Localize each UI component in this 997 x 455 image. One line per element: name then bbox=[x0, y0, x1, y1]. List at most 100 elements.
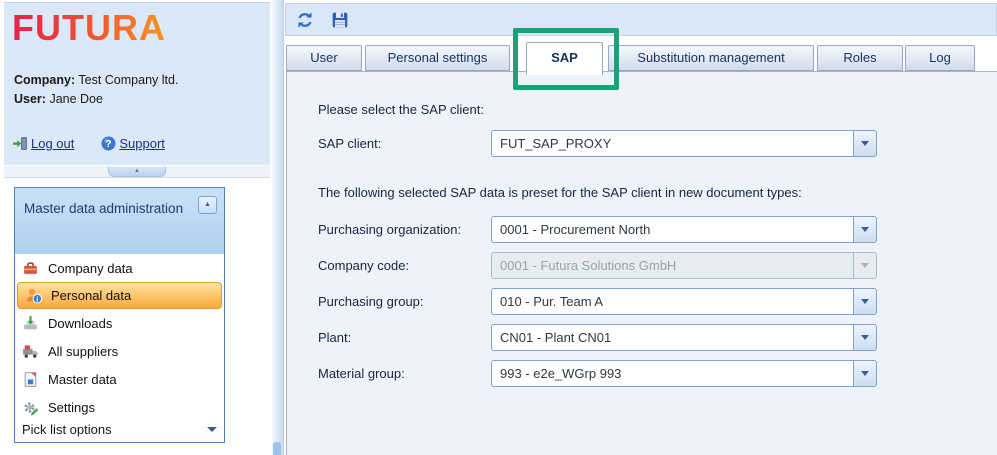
tab-strip: UserPersonal settingsSAPSubstitution man… bbox=[286, 45, 997, 71]
support-label: Support bbox=[119, 136, 165, 151]
dropdown-value[interactable]: 993 - e2e_WGrp 993 bbox=[491, 360, 853, 387]
truck-icon bbox=[22, 343, 39, 360]
quick-links: Log out ? Support bbox=[12, 135, 165, 152]
company-value: Test Company ltd. bbox=[78, 73, 178, 87]
form-row-purchasing-organization: Purchasing organization:0001 - Procureme… bbox=[318, 216, 877, 243]
sidebar-item-label: Settings bbox=[48, 400, 95, 415]
company-code-dropdown: 0001 - Futura Solutions GmbH bbox=[491, 252, 877, 279]
person-icon: i bbox=[25, 287, 42, 304]
chevron-down-icon bbox=[861, 227, 869, 232]
vertical-splitter-handle[interactable] bbox=[273, 442, 281, 455]
main-area: UserPersonal settings SAPSubstitution man… bbox=[284, 0, 997, 455]
download-icon bbox=[22, 315, 39, 332]
sidebar-item-company-data[interactable]: Company data bbox=[15, 254, 224, 282]
gear-icon bbox=[22, 399, 39, 416]
chevron-down-icon bbox=[861, 263, 869, 268]
tab-log[interactable]: Log bbox=[905, 45, 975, 71]
save-button[interactable] bbox=[329, 9, 351, 31]
svg-text:?: ? bbox=[106, 139, 112, 150]
field-label: Plant: bbox=[318, 330, 491, 345]
chevron-down-icon bbox=[861, 299, 869, 304]
sidebar-item-personal-data[interactable]: i Personal data bbox=[17, 282, 222, 309]
refresh-button[interactable] bbox=[294, 9, 316, 31]
form-row-plant: Plant:CN01 - Plant CN01 bbox=[318, 324, 877, 351]
sidebar-item-settings[interactable]: Settings bbox=[15, 393, 224, 421]
dropdown-button[interactable] bbox=[853, 216, 877, 243]
sidebar: FUTURA Company: Test Company ltd. User: … bbox=[0, 0, 272, 455]
svg-text:i: i bbox=[36, 294, 38, 303]
user-value: Jane Doe bbox=[49, 92, 103, 106]
dropdown-button[interactable] bbox=[853, 324, 877, 351]
chevron-down-icon bbox=[861, 335, 869, 340]
sap-tab-content: Please select the SAP client: The follow… bbox=[286, 71, 997, 455]
chevron-down-icon bbox=[207, 427, 217, 432]
sidebar-item-downloads[interactable]: Downloads bbox=[15, 309, 224, 337]
sidebar-item-label: Company data bbox=[48, 261, 133, 276]
sap-client-dropdown[interactable]: FUT_SAP_PROXY bbox=[491, 130, 877, 157]
support-icon: ? bbox=[100, 135, 117, 152]
intro-text: Please select the SAP client: bbox=[318, 102, 484, 117]
toolbox-icon bbox=[22, 260, 39, 277]
sidebar-item-label: Downloads bbox=[48, 316, 112, 331]
support-link[interactable]: ? Support bbox=[100, 135, 165, 152]
plant-dropdown[interactable]: CN01 - Plant CN01 bbox=[491, 324, 877, 351]
sidebar-item-master-data[interactable]: Master data bbox=[15, 365, 224, 393]
document-icon bbox=[22, 371, 39, 388]
field-label: Material group: bbox=[318, 366, 491, 381]
vertical-splitter[interactable] bbox=[272, 0, 284, 455]
dropdown-button[interactable] bbox=[853, 288, 877, 315]
chevron-down-icon bbox=[861, 141, 869, 146]
identity-block: Company: Test Company ltd. User: Jane Do… bbox=[14, 71, 178, 109]
company-label: Company: bbox=[14, 73, 75, 87]
form-row-company-code: Company code:0001 - Futura Solutions Gmb… bbox=[318, 252, 877, 279]
form-row-purchasing-group: Purchasing group:010 - Pur. Team A bbox=[318, 288, 877, 315]
navigation-menu-panel: Master data administration ▲ Company dat… bbox=[14, 187, 225, 443]
save-icon bbox=[331, 11, 349, 29]
field-label: SAP client: bbox=[318, 136, 491, 151]
futura-logo: FUTURA bbox=[12, 7, 166, 49]
menu-title: Master data administration bbox=[24, 201, 183, 216]
app-window: FUTURA Company: Test Company ltd. User: … bbox=[0, 0, 997, 455]
menu-header: Master data administration ▲ bbox=[15, 188, 224, 254]
dropdown-value[interactable]: CN01 - Plant CN01 bbox=[491, 324, 853, 351]
pick-list-options[interactable]: Pick list options bbox=[22, 419, 217, 439]
menu-collapse-button[interactable]: ▲ bbox=[198, 196, 217, 214]
toolbar bbox=[285, 3, 997, 36]
company-line: Company: Test Company ltd. bbox=[14, 71, 178, 90]
user-label: User: bbox=[14, 92, 46, 106]
logout-icon bbox=[12, 135, 29, 152]
pick-list-options-label: Pick list options bbox=[22, 422, 112, 437]
sidebar-item-label: All suppliers bbox=[48, 344, 118, 359]
sidebar-header-panel: FUTURA Company: Test Company ltd. User: … bbox=[4, 2, 270, 165]
chevron-down-icon bbox=[861, 371, 869, 376]
horizontal-splitter: ▲ bbox=[4, 166, 270, 178]
tab-user[interactable]: User bbox=[286, 45, 362, 71]
dropdown-button[interactable] bbox=[853, 130, 877, 157]
field-label: Company code: bbox=[318, 258, 491, 273]
dropdown-button bbox=[853, 252, 877, 279]
refresh-icon bbox=[296, 11, 314, 29]
form-row-sap-client: SAP client:FUT_SAP_PROXY bbox=[318, 130, 877, 157]
dropdown-value[interactable]: FUT_SAP_PROXY bbox=[491, 130, 853, 157]
field-label: Purchasing group: bbox=[318, 294, 491, 309]
sidebar-item-label: Personal data bbox=[51, 288, 131, 303]
sidebar-item-all-suppliers[interactable]: All suppliers bbox=[15, 337, 224, 365]
logout-link[interactable]: Log out bbox=[12, 135, 74, 152]
dropdown-value: 0001 - Futura Solutions GmbH bbox=[491, 252, 853, 279]
tab-substitution-management[interactable]: Substitution management bbox=[608, 45, 814, 71]
menu-items: Company data i Personal data Downloads All s… bbox=[15, 254, 224, 421]
material-group-dropdown[interactable]: 993 - e2e_WGrp 993 bbox=[491, 360, 877, 387]
purchasing-organization-dropdown[interactable]: 0001 - Procurement North bbox=[491, 216, 877, 243]
dropdown-value[interactable]: 0001 - Procurement North bbox=[491, 216, 853, 243]
sidebar-item-label: Master data bbox=[48, 372, 117, 387]
dropdown-button[interactable] bbox=[853, 360, 877, 387]
tab-sap[interactable]: SAP bbox=[526, 42, 603, 75]
dropdown-value[interactable]: 010 - Pur. Team A bbox=[491, 288, 853, 315]
tab-roles[interactable]: Roles bbox=[817, 45, 903, 71]
logout-label: Log out bbox=[31, 136, 74, 151]
purchasing-group-dropdown[interactable]: 010 - Pur. Team A bbox=[491, 288, 877, 315]
preset-text: The following selected SAP data is prese… bbox=[318, 185, 802, 200]
splitter-collapse-handle[interactable]: ▲ bbox=[108, 167, 166, 177]
user-line: User: Jane Doe bbox=[14, 90, 178, 109]
tab-personal-settings[interactable]: Personal settings bbox=[365, 45, 510, 71]
